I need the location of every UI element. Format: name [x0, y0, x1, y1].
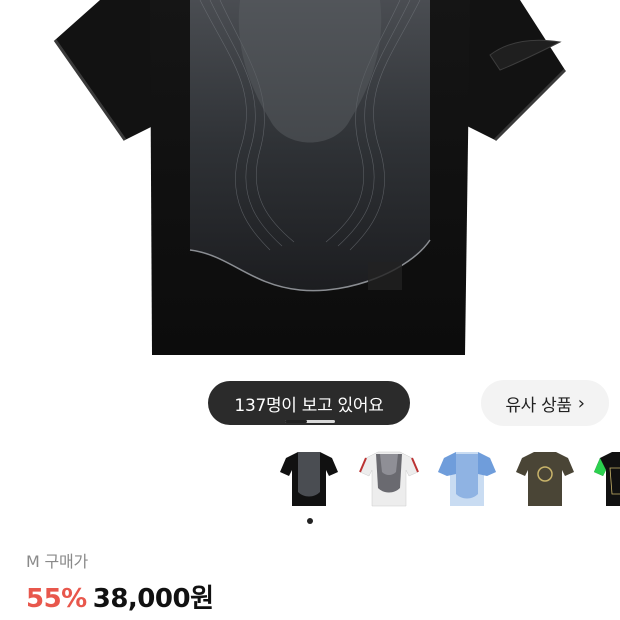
similar-products-button[interactable]: 유사 상품 › [481, 380, 609, 426]
thumb-black-green-jersey[interactable] [588, 444, 620, 512]
slide-indicator-fill [285, 420, 307, 423]
thumb-white-gradient-jersey[interactable] [354, 444, 424, 512]
olive-jersey-thumb-icon [516, 452, 574, 506]
size-price-label: M 구매가 [26, 552, 89, 571]
related-thumbnails [274, 444, 620, 512]
carousel-dot [307, 518, 313, 524]
viewers-count-badge: 137명이 보고 있어요 [208, 381, 410, 425]
jersey-illustration [53, 0, 567, 355]
black-jersey-thumb-icon [280, 452, 338, 506]
thumb-blue-jersey[interactable] [432, 444, 502, 512]
product-hero-image[interactable] [0, 0, 620, 370]
white-gradient-jersey-thumb-icon [359, 451, 419, 507]
black-green-jersey-thumb-icon [594, 452, 620, 506]
chevron-right-icon: › [577, 392, 585, 414]
sale-price: 38,000원 [92, 584, 214, 614]
image-slide-indicator [285, 420, 335, 423]
viewers-count-text: 137명이 보고 있어요 [234, 395, 384, 416]
price-row: 55% 38,000원 [26, 578, 214, 615]
thumb-black-jersey[interactable] [274, 444, 344, 512]
discount-rate: 55% [26, 584, 87, 614]
similar-products-label: 유사 상품 [505, 395, 572, 416]
thumb-olive-jersey[interactable] [510, 444, 580, 512]
blue-jersey-thumb-icon [438, 452, 496, 506]
